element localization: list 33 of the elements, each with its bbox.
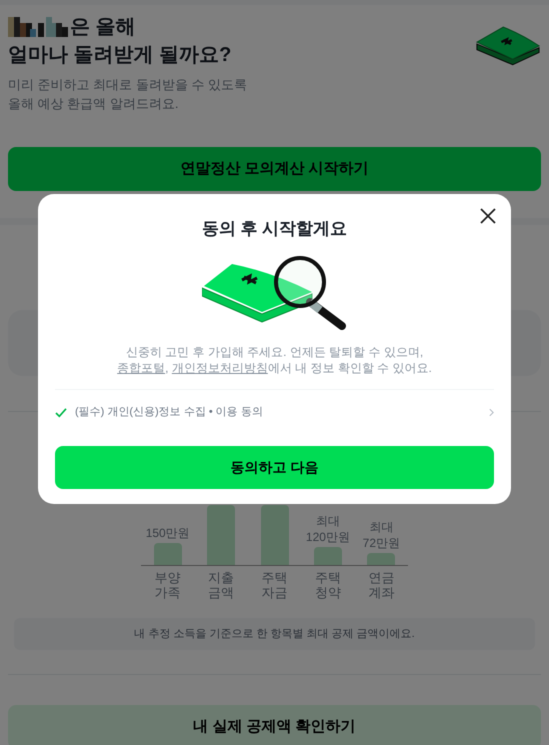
category-label: 연금 계좌: [368, 570, 394, 600]
redacted-name-icon: [8, 17, 70, 37]
page-subtitle: 미리 준비하고 최대로 돌려받을 수 있도록 올해 예상 환급액 알려드려요.: [8, 76, 248, 113]
dialog-description: 신중히 고민 후 가입해 주세요. 언제든 탈퇴할 수 있으며,: [126, 344, 424, 360]
value-label: 최대: [369, 519, 394, 535]
chart-bar: [314, 547, 342, 565]
chevron-right-icon: [489, 408, 494, 417]
chart-bar: [207, 505, 236, 565]
value-label: 최대: [316, 513, 340, 529]
category-label: 부양 가족: [154, 570, 181, 600]
chart-bar: [260, 505, 289, 565]
close-icon[interactable]: [479, 207, 497, 225]
page-title: 은 올해: [70, 15, 136, 40]
chart-bar: [154, 543, 182, 565]
link-separator: ,: [165, 360, 170, 376]
category-label: 주택 자금: [262, 570, 288, 600]
chart-bar: [367, 553, 396, 565]
confirm-button[interactable]: 내 실제 공제액 확인하기: [8, 705, 541, 745]
agree-button[interactable]: 동의하고 다음: [55, 446, 494, 488]
dialog-title: 동의 후 시작할게요: [202, 218, 348, 240]
value-label: 120만원: [306, 529, 350, 545]
start-button[interactable]: 연말정산 모의계산 시작하기: [8, 147, 541, 191]
agreement-row[interactable]: (필수) 개인(신용)정보 수집 • 이용 동의: [55, 390, 494, 436]
dialog-description: 에서 내 정보 확인할 수 있어요.: [268, 360, 432, 376]
category-label: 지출 금액: [208, 570, 234, 600]
value-label: 72만원: [362, 535, 400, 551]
category-label: 주택 청약: [314, 570, 341, 600]
portal-link[interactable]: 종합포털: [117, 360, 166, 376]
notice-text: 내 추정 소득을 기준으로 한 항목별 최대 공제 금액이에요.: [134, 626, 415, 642]
agreement-label: (필수) 개인(신용)정보 수집 • 이용 동의: [75, 405, 263, 420]
privacy-policy-link[interactable]: 개인정보처리방침: [172, 360, 268, 376]
page-title: 얼마나 돌려받게 될까요?: [8, 43, 232, 68]
value-label: 150만원: [146, 525, 190, 541]
